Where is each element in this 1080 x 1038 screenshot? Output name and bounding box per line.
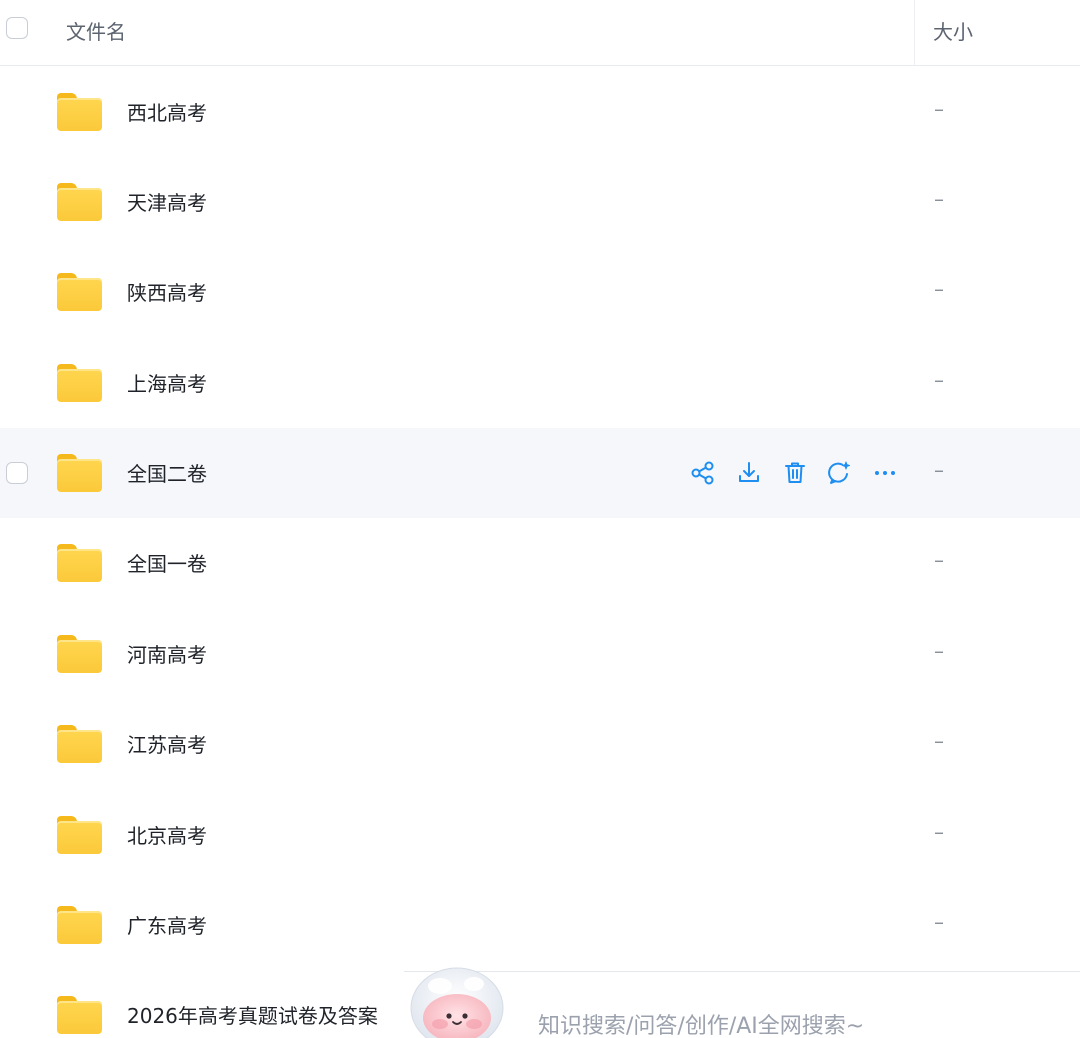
file-size: – <box>934 97 944 121</box>
folder-icon <box>57 93 102 131</box>
file-name[interactable]: 2026年高考真题试卷及答案 <box>127 1000 378 1029</box>
file-size: – <box>934 639 944 663</box>
file-name[interactable]: 河南高考 <box>127 639 207 668</box>
ai-search-bar[interactable]: 知识搜索/问答/创作/AI全网搜索~ <box>404 967 1080 1038</box>
assistant-mascot-icon[interactable] <box>404 964 510 1038</box>
row-checkbox[interactable] <box>6 462 28 484</box>
table-row[interactable]: 天津高考 – <box>0 157 1080 247</box>
folder-icon <box>57 725 102 763</box>
table-row[interactable]: 西北高考 – <box>0 67 1080 157</box>
column-divider[interactable] <box>914 0 915 66</box>
file-size: – <box>934 368 944 392</box>
folder-icon <box>57 996 102 1034</box>
file-table: 文件名 大小 西北高考 – 天津高考 – 陕西高考 – 上海高考 – 全国二卷 <box>0 0 1080 1038</box>
trash-icon[interactable] <box>782 460 808 486</box>
table-row[interactable]: 陕西高考 – <box>0 247 1080 337</box>
file-name[interactable]: 北京高考 <box>127 820 207 849</box>
file-name[interactable]: 陕西高考 <box>127 277 207 306</box>
table-row[interactable]: 全国一卷 – <box>0 518 1080 608</box>
file-size: – <box>934 910 944 934</box>
file-name[interactable]: 广东高考 <box>127 910 207 939</box>
table-row[interactable]: 河南高考 – <box>0 609 1080 699</box>
table-row[interactable]: 上海高考 – <box>0 338 1080 428</box>
share-icon[interactable] <box>690 460 716 486</box>
file-name[interactable]: 全国一卷 <box>127 548 207 577</box>
folder-icon <box>57 183 102 221</box>
file-size: – <box>934 729 944 753</box>
file-name[interactable]: 西北高考 <box>127 97 207 126</box>
folder-icon <box>57 454 102 492</box>
search-input[interactable]: 知识搜索/问答/创作/AI全网搜索~ <box>538 1008 864 1038</box>
file-size: – <box>934 820 944 844</box>
table-row[interactable]: 北京高考 – <box>0 790 1080 880</box>
download-icon[interactable] <box>736 460 762 486</box>
more-icon[interactable] <box>872 460 898 486</box>
file-size: – <box>934 548 944 572</box>
file-name[interactable]: 江苏高考 <box>127 729 207 758</box>
table-row-hovered[interactable]: 全国二卷 – <box>0 428 1080 518</box>
ai-chat-icon[interactable] <box>826 460 852 486</box>
folder-icon <box>57 906 102 944</box>
table-row[interactable]: 江苏高考 – <box>0 699 1080 789</box>
folder-icon <box>57 816 102 854</box>
file-name[interactable]: 上海高考 <box>127 368 207 397</box>
select-all-checkbox[interactable] <box>6 17 28 39</box>
file-name[interactable]: 全国二卷 <box>127 458 207 487</box>
file-size: – <box>934 277 944 301</box>
table-row[interactable]: 广东高考 – <box>0 880 1080 970</box>
folder-icon <box>57 273 102 311</box>
file-size: – <box>934 458 944 482</box>
column-header-name[interactable]: 文件名 <box>66 16 126 45</box>
folder-icon <box>57 544 102 582</box>
table-header: 文件名 大小 <box>0 0 1080 66</box>
column-header-size[interactable]: 大小 <box>933 16 973 45</box>
folder-icon <box>57 364 102 402</box>
file-size: – <box>934 187 944 211</box>
folder-icon <box>57 635 102 673</box>
file-name[interactable]: 天津高考 <box>127 187 207 216</box>
